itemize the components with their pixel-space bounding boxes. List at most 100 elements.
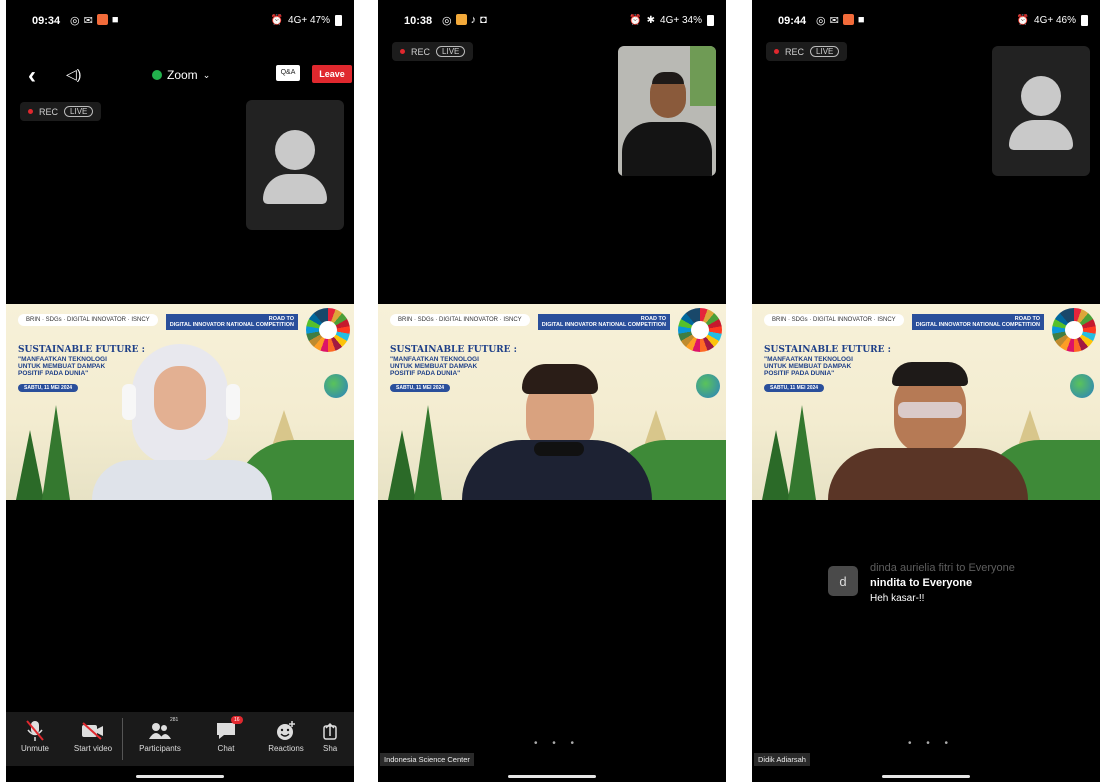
avatar-body-icon (263, 174, 327, 204)
shield-icon (152, 70, 162, 80)
unmute-button[interactable]: Unmute (6, 712, 64, 766)
shoulders-shape (92, 460, 272, 500)
shirt-shape (622, 122, 712, 176)
sdg-wheel-icon (1052, 308, 1096, 352)
speaker-video (828, 340, 1028, 500)
leave-button[interactable]: Leave (312, 65, 352, 83)
live-badge: LIVE (64, 106, 94, 117)
tree-shape (388, 430, 416, 500)
status-bar: 10:38 ◎ ♪ ◘ ⏰ ✱ 4G+ 34% (378, 10, 726, 30)
participants-icon (123, 718, 197, 744)
avatar-head-icon (1021, 76, 1061, 116)
camera-icon: ■ (857, 14, 865, 26)
reactions-label: Reactions (268, 744, 304, 753)
notification-icons: ◎ ✉ ■ (70, 14, 118, 27)
battery-icon (1081, 15, 1088, 26)
app-icon (455, 14, 467, 25)
back-icon[interactable]: ‹ (28, 62, 36, 90)
globe-icon (696, 374, 720, 398)
tree-shape (42, 405, 70, 500)
sdg-wheel-icon (678, 308, 722, 352)
headphone-icon (226, 384, 240, 420)
self-video-tile[interactable] (246, 100, 344, 230)
unmute-label: Unmute (20, 744, 49, 753)
face-shape (154, 366, 206, 430)
competition-label: DIGITAL INNOVATOR NATIONAL COMPETITION (541, 322, 666, 328)
participants-label: Participants (139, 744, 181, 753)
live-badge: LIVE (810, 46, 840, 57)
self-video-tile[interactable] (992, 46, 1090, 176)
sponsor-logos: BRIN · SDGs · DIGITAL INNOVATOR · ISNCY (390, 314, 530, 326)
speaker-icon[interactable]: ◁) (66, 66, 81, 83)
chat-button[interactable]: 16 Chat (197, 712, 255, 766)
live-badge: LIVE (436, 46, 466, 57)
qa-button[interactable]: Q&A (276, 65, 300, 81)
battery-icon (707, 15, 714, 26)
share-button[interactable]: Sha (317, 712, 347, 766)
glasses-icon (898, 402, 962, 418)
chat-label: Chat (217, 744, 235, 753)
status-network-battery: 4G+ 46% (1034, 15, 1076, 26)
self-video-tile[interactable] (618, 46, 716, 176)
rec-dot-icon (28, 109, 33, 114)
page-dots: • • • (908, 738, 955, 749)
alarm-icon: ⏰ (629, 15, 642, 26)
status-time: 09:34 (32, 15, 61, 27)
battery-icon (335, 15, 342, 26)
presentation-stage: BRIN · SDGs · DIGITAL INNOVATOR · ISNCY … (378, 304, 726, 500)
whatsapp-icon: ◎ (70, 15, 80, 27)
chat-badge: 16 (231, 716, 243, 724)
tree-shape (788, 405, 816, 500)
mail-icon: ✉ (83, 15, 93, 27)
status-right: ⏰ 4G+ 46% (1017, 15, 1088, 26)
start-video-label: Start video (73, 744, 113, 753)
rec-dot-icon (774, 49, 779, 54)
whatsapp-icon: ◎ (442, 15, 452, 27)
bot-icon: ◘ (480, 14, 487, 26)
phone-screen-3: 09:44 ◎ ✉ ■ ⏰ 4G+ 46% REC LIVE BRIN · SD… (752, 0, 1100, 782)
page-dots: • • • (534, 738, 581, 749)
phone-screen-2: 10:38 ◎ ♪ ◘ ⏰ ✱ 4G+ 34% REC LIVE BRIN · … (378, 0, 726, 782)
status-right: ⏰ ✱ 4G+ 34% (629, 15, 714, 26)
avatar-head-icon (275, 130, 315, 170)
home-indicator[interactable] (508, 775, 596, 778)
shirt-shape (828, 448, 1028, 500)
status-bar: 09:44 ◎ ✉ ■ ⏰ 4G+ 46% (752, 10, 1100, 30)
headphone-icon (122, 384, 136, 420)
reactions-icon (255, 718, 317, 744)
road-to-banner: ROAD TO DIGITAL INNOVATOR NATIONAL COMPE… (537, 314, 670, 330)
presentation-stage: BRIN · SDGs · DIGITAL INNOVATOR · ISNCY … (6, 304, 354, 500)
mic-off-icon (6, 718, 64, 744)
notification-icons: ◎ ✉ ■ (816, 14, 864, 27)
home-indicator[interactable] (882, 775, 970, 778)
headphone-icon (534, 442, 584, 456)
participant-name-tag: Didik Adiarsah (754, 753, 810, 766)
status-time: 10:38 (404, 15, 433, 27)
slide-date: SABTU, 11 MEI 2024 (18, 384, 79, 392)
start-video-button[interactable]: Start video (64, 712, 122, 766)
hair-shape (522, 364, 598, 394)
rec-label: REC (39, 106, 59, 117)
chat-notification[interactable]: d dinda aurielia fitri to Everyone nindi… (822, 558, 1082, 618)
speaker-video (462, 334, 652, 500)
rec-label: REC (411, 46, 431, 57)
home-indicator[interactable] (136, 775, 224, 778)
zoom-meeting-info[interactable]: Zoom ⌄ (152, 68, 210, 82)
notification-icons: ◎ ♪ ◘ (442, 14, 487, 27)
tree-shape (16, 430, 44, 500)
tree-shape (414, 405, 442, 500)
status-network-battery: 4G+ 34% (660, 15, 702, 26)
reactions-button[interactable]: Reactions (255, 712, 317, 766)
recording-indicator: REC LIVE (766, 42, 848, 61)
participant-name-tag: Indonesia Science Center (380, 753, 474, 766)
hair-shape (892, 362, 968, 386)
app-icon (842, 14, 854, 25)
chat-sender: nindita to Everyone (870, 577, 973, 589)
participants-button[interactable]: 281 Participants (123, 712, 197, 766)
previous-chat-line: dinda aurielia fitri to Everyone (870, 562, 1015, 574)
tiktok-icon: ♪ (470, 14, 477, 26)
camera-icon: ■ (111, 14, 119, 26)
avatar: d (828, 566, 858, 596)
recording-indicator: REC LIVE (392, 42, 474, 61)
whatsapp-icon: ◎ (816, 15, 826, 27)
